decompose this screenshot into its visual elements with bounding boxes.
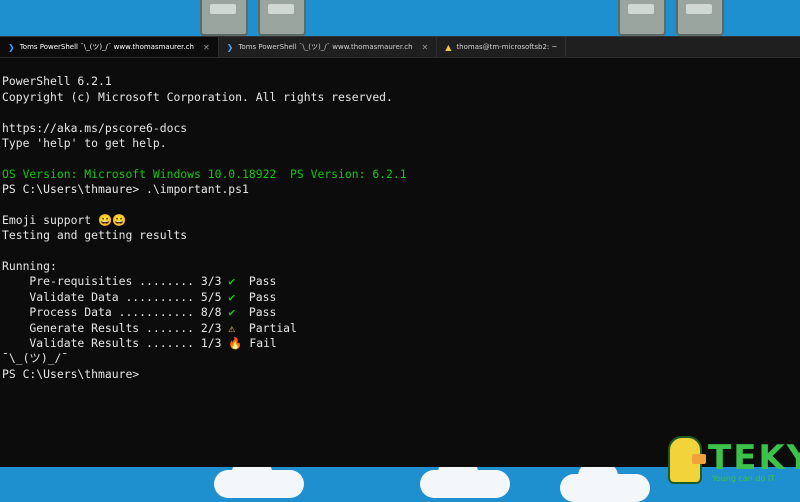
- result-text: Validate Results ....... 1/3: [2, 336, 229, 351]
- robot-illustration: [676, 0, 724, 36]
- cloud-illustration: [420, 456, 510, 498]
- prompt-line[interactable]: PS C:\Users\thmaure>: [2, 367, 800, 382]
- result-row: Validate Results ....... 1/3 🔥 Fail: [2, 336, 800, 351]
- robot-illustration: [618, 0, 666, 36]
- close-icon[interactable]: ✕: [203, 43, 210, 52]
- powershell-icon: ❯: [226, 42, 234, 52]
- console-line: PowerShell 6.2.1: [2, 74, 112, 89]
- fire-icon: 🔥: [228, 336, 243, 351]
- emoji-text: Emoji support: [2, 212, 99, 227]
- logo-tagline: Young can do IT: [712, 474, 776, 483]
- result-status: Partial: [248, 320, 297, 335]
- tab-label: thomas@tm-microsoftsb2: ~: [456, 43, 558, 51]
- status-pass: [235, 274, 249, 288]
- robot-illustration: [258, 0, 306, 36]
- result-status: Pass: [248, 274, 277, 289]
- console-line: Running:: [2, 259, 57, 274]
- console-line: Emoji support 😀😀: [2, 213, 800, 228]
- console-line: https://aka.ms/pscore6-docs: [2, 120, 188, 135]
- os-version-line: OS Version: Microsoft Windows 10.0.18922…: [2, 166, 407, 181]
- cloud-illustration: [214, 456, 304, 498]
- console-output[interactable]: PowerShell 6.2.1 Copyright (c) Microsoft …: [0, 58, 800, 413]
- result-text: Process Data ........... 8/8: [2, 305, 229, 320]
- command-line: PS C:\Users\thmaure> .\important.ps1: [2, 182, 249, 197]
- logo-text: TEKY: [708, 438, 800, 478]
- result-status: Pass: [248, 289, 277, 304]
- terminal-window: ❯ Toms PowerShell ¯\_(ツ)_/¯ www.thomasma…: [0, 36, 800, 467]
- tab-label: Toms PowerShell ¯\_(ツ)_/¯ www.thomasmaur…: [238, 43, 413, 51]
- console-line: Copyright (c) Microsoft Corporation. All…: [2, 89, 393, 104]
- tab-powershell-2[interactable]: ❯ Toms PowerShell ¯\_(ツ)_/¯ www.thomasma…: [219, 37, 438, 57]
- tab-wsl[interactable]: ▲ thomas@tm-microsoftsb2: ~: [437, 37, 567, 57]
- result-row: Generate Results ....... 2/3 ⚠ Partial: [2, 321, 800, 336]
- console-line: Type 'help' to get help.: [2, 135, 167, 150]
- result-row: Validate Data .......... 5/5 ✔ Pass: [2, 290, 800, 305]
- result-row: Process Data ........... 8/8 ✔ Pass: [2, 305, 800, 320]
- tab-powershell-1[interactable]: ❯ Toms PowerShell ¯\_(ツ)_/¯ www.thomasma…: [0, 37, 219, 57]
- close-icon[interactable]: ✕: [422, 43, 429, 52]
- result-text: Generate Results ....... 2/3: [2, 320, 229, 335]
- tab-bar: ❯ Toms PowerShell ¯\_(ツ)_/¯ www.thomasma…: [0, 37, 800, 58]
- smiley-icon: 😀😀: [98, 212, 127, 227]
- result-status: Pass: [248, 305, 277, 320]
- result-text: Pre-requisities ........ 3/3: [2, 274, 229, 289]
- tab-label: Toms PowerShell ¯\_(ツ)_/¯ www.thomasmaur…: [19, 43, 194, 51]
- result-text: Validate Data .......... 5/5: [2, 289, 229, 304]
- cloud-illustration: [560, 460, 650, 502]
- powershell-icon: ❯: [8, 42, 15, 52]
- robot-illustration: [200, 0, 248, 36]
- console-line: Testing and getting results: [2, 228, 188, 243]
- warning-icon: ▲: [445, 42, 452, 52]
- result-row: Pre-requisities ........ 3/3 ✔ Pass: [2, 274, 800, 289]
- teky-logo: TEKY Young can do IT: [668, 432, 800, 488]
- shrug-line: ¯\_(ツ)_/¯: [2, 351, 69, 366]
- result-status: Fail: [249, 336, 277, 351]
